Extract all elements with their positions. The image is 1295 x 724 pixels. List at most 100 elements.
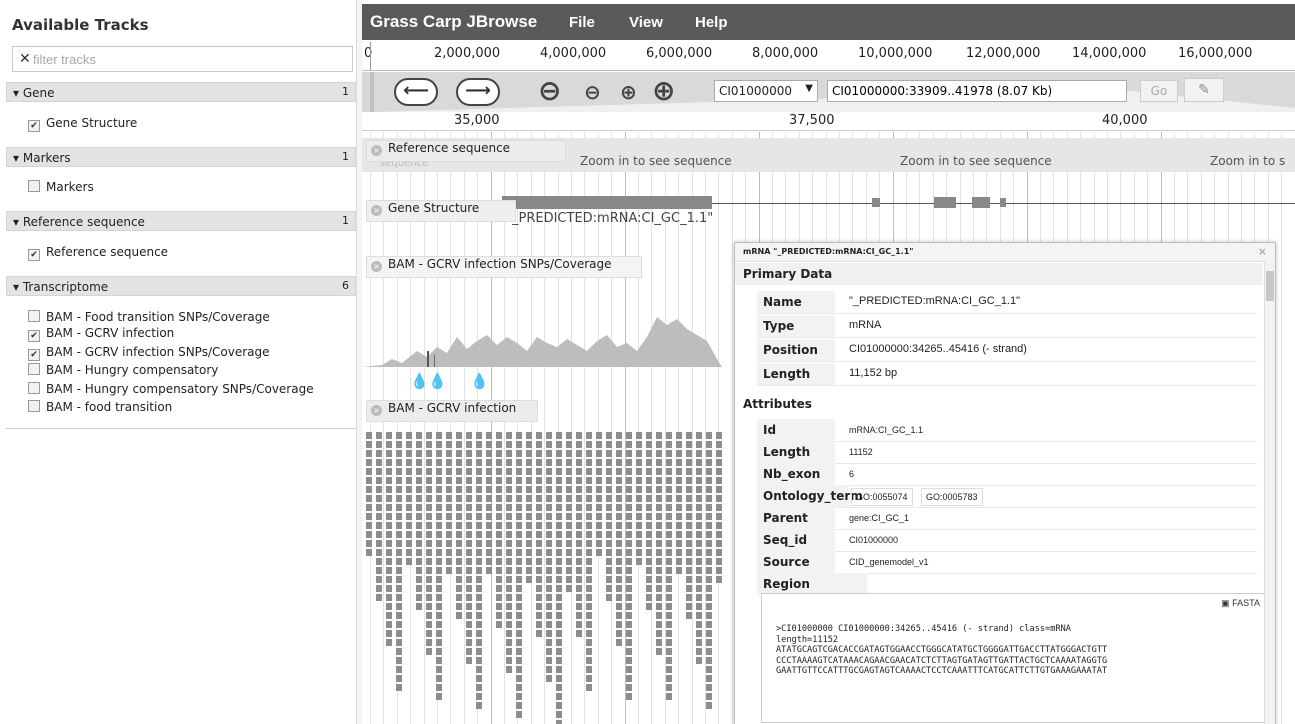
track-item[interactable]: ✔ BAM - GCRV infection SNPs/Coverage: [28, 345, 270, 361]
close-icon[interactable]: ×: [1258, 245, 1267, 258]
close-track-icon[interactable]: ×: [371, 405, 382, 416]
checkbox-checked[interactable]: ✔: [28, 330, 40, 342]
track-item-gene-structure[interactable]: ✔ Gene Structure: [28, 116, 137, 132]
exon-block[interactable]: [872, 198, 880, 207]
read-block: [676, 468, 682, 475]
track-label-reference[interactable]: × Reference sequence: [366, 140, 566, 162]
read-block: [566, 468, 572, 475]
zoom-in-small-icon[interactable]: ⊕: [620, 80, 637, 104]
checkbox-checked[interactable]: ✔: [28, 249, 40, 261]
zoom-out-big-icon[interactable]: ⊖: [538, 74, 561, 107]
zoom-out-small-icon[interactable]: ⊖: [584, 80, 601, 104]
read-block: [386, 522, 392, 529]
go-button[interactable]: Go: [1140, 80, 1178, 102]
checkbox-checked[interactable]: ✔: [28, 120, 40, 132]
highlight-marker-icon[interactable]: ✎: [1184, 78, 1224, 102]
read-block: [546, 567, 552, 574]
read-block: [556, 720, 562, 724]
track-item-reference-sequence[interactable]: ✔ Reference sequence: [28, 245, 168, 261]
arrow-left-icon[interactable]: ⟵: [394, 78, 438, 106]
exon-block[interactable]: [972, 197, 990, 208]
track-item[interactable]: BAM - Hungry compensatory SNPs/Coverage: [28, 382, 314, 396]
read-block: [586, 468, 592, 475]
dialog-scrollbar[interactable]: [1264, 261, 1275, 724]
exon-block[interactable]: [1000, 198, 1006, 207]
track-label-snp-coverage[interactable]: × BAM - GCRV infection SNPs/Coverage: [366, 256, 642, 278]
read-block: [716, 432, 722, 439]
read-block: [506, 468, 512, 475]
read-block: [676, 459, 682, 466]
read-block: [426, 576, 432, 583]
ontology-tag[interactable]: GO:0055074: [851, 488, 913, 506]
read-block: [396, 585, 402, 592]
read-block: [656, 495, 662, 502]
track-item[interactable]: ✔ BAM - GCRV infection: [28, 326, 174, 342]
fasta-download-button[interactable]: ▣ FASTA: [1221, 598, 1260, 609]
checkbox-unchecked[interactable]: [28, 363, 40, 375]
checkbox-unchecked[interactable]: [28, 180, 40, 192]
checkbox-unchecked[interactable]: [28, 400, 40, 412]
exon-block[interactable]: [934, 197, 956, 208]
clear-filter-icon[interactable]: ✕: [19, 51, 31, 67]
read-block: [436, 648, 442, 655]
checkbox-unchecked[interactable]: [28, 382, 40, 394]
overview-ruler[interactable]: 0 2,000,000 4,000,000 6,000,000 8,000,00…: [362, 42, 1295, 71]
filter-tracks-field[interactable]: ✕: [12, 46, 353, 72]
read-block: [406, 441, 412, 448]
zoom-in-big-icon[interactable]: ⊕: [652, 74, 675, 107]
read-block: [466, 630, 472, 637]
read-block: [406, 459, 412, 466]
read-block: [476, 432, 482, 439]
read-block: [586, 450, 592, 457]
track-label-bam-gcrv[interactable]: × BAM - GCRV infection: [366, 400, 538, 422]
read-block: [396, 477, 402, 484]
read-block: [396, 495, 402, 502]
category-reference-sequence[interactable]: ▾ Reference sequence 1: [6, 211, 356, 231]
track-label-gene-structure[interactable]: × Gene Structure: [366, 200, 516, 222]
menu-view[interactable]: View: [629, 14, 663, 31]
category-transcriptome[interactable]: ▾ Transcriptome 6: [6, 276, 356, 296]
navigation-toolbar: ⟵ ⟶ ⊖ ⊖ ⊕ ⊕ CI01000000▼ Go ✎: [362, 72, 1295, 112]
dialog-titlebar[interactable]: mRNA "_PREDICTED:mRNA:CI_GC_1.1" ×: [735, 243, 1275, 262]
read-block: [436, 630, 442, 637]
read-block: [426, 648, 432, 655]
read-block: [616, 486, 622, 493]
location-input[interactable]: [827, 80, 1127, 102]
read-block: [476, 675, 482, 682]
snp-marker-icon[interactable]: 💧: [470, 372, 489, 390]
menu-help[interactable]: Help: [695, 14, 728, 31]
category-markers[interactable]: ▾ Markers 1: [6, 147, 356, 167]
reference-sequence-select[interactable]: CI01000000 ▼: [714, 80, 818, 102]
exon-block[interactable]: [502, 196, 712, 209]
read-block: [486, 567, 492, 574]
read-block: [476, 477, 482, 484]
checkbox-checked[interactable]: ✔: [28, 349, 40, 361]
read-block: [506, 522, 512, 529]
track-item[interactable]: BAM - Hungry compensatory: [28, 363, 218, 377]
ontology-tag[interactable]: GO:0005783: [921, 488, 983, 506]
feature-detail-dialog[interactable]: mRNA "_PREDICTED:mRNA:CI_GC_1.1" × Prima…: [734, 242, 1276, 724]
close-track-icon[interactable]: ×: [371, 261, 382, 272]
filter-tracks-input[interactable]: [33, 49, 333, 69]
read-block: [386, 486, 392, 493]
arrow-right-icon[interactable]: ⟶: [456, 78, 500, 106]
snp-marker-icon[interactable]: 💧: [410, 372, 429, 390]
read-block: [526, 522, 532, 529]
category-gene[interactable]: ▾ Gene 1: [6, 82, 356, 102]
read-block: [376, 504, 382, 511]
close-track-icon[interactable]: ×: [371, 145, 382, 156]
track-item[interactable]: BAM - food transition: [28, 400, 172, 414]
read-block: [656, 621, 662, 628]
read-block: [476, 684, 482, 691]
read-block: [406, 477, 412, 484]
read-block: [376, 585, 382, 592]
menu-file[interactable]: File: [569, 14, 595, 31]
track-item[interactable]: BAM - Food transition SNPs/Coverage: [28, 310, 270, 324]
track-item-markers[interactable]: Markers: [28, 180, 94, 194]
checkbox-unchecked[interactable]: [28, 310, 40, 322]
snp-marker-icon[interactable]: 💧: [428, 372, 447, 390]
read-block: [386, 585, 392, 592]
close-track-icon[interactable]: ×: [371, 205, 382, 216]
read-block: [616, 432, 622, 439]
read-block: [556, 432, 562, 439]
